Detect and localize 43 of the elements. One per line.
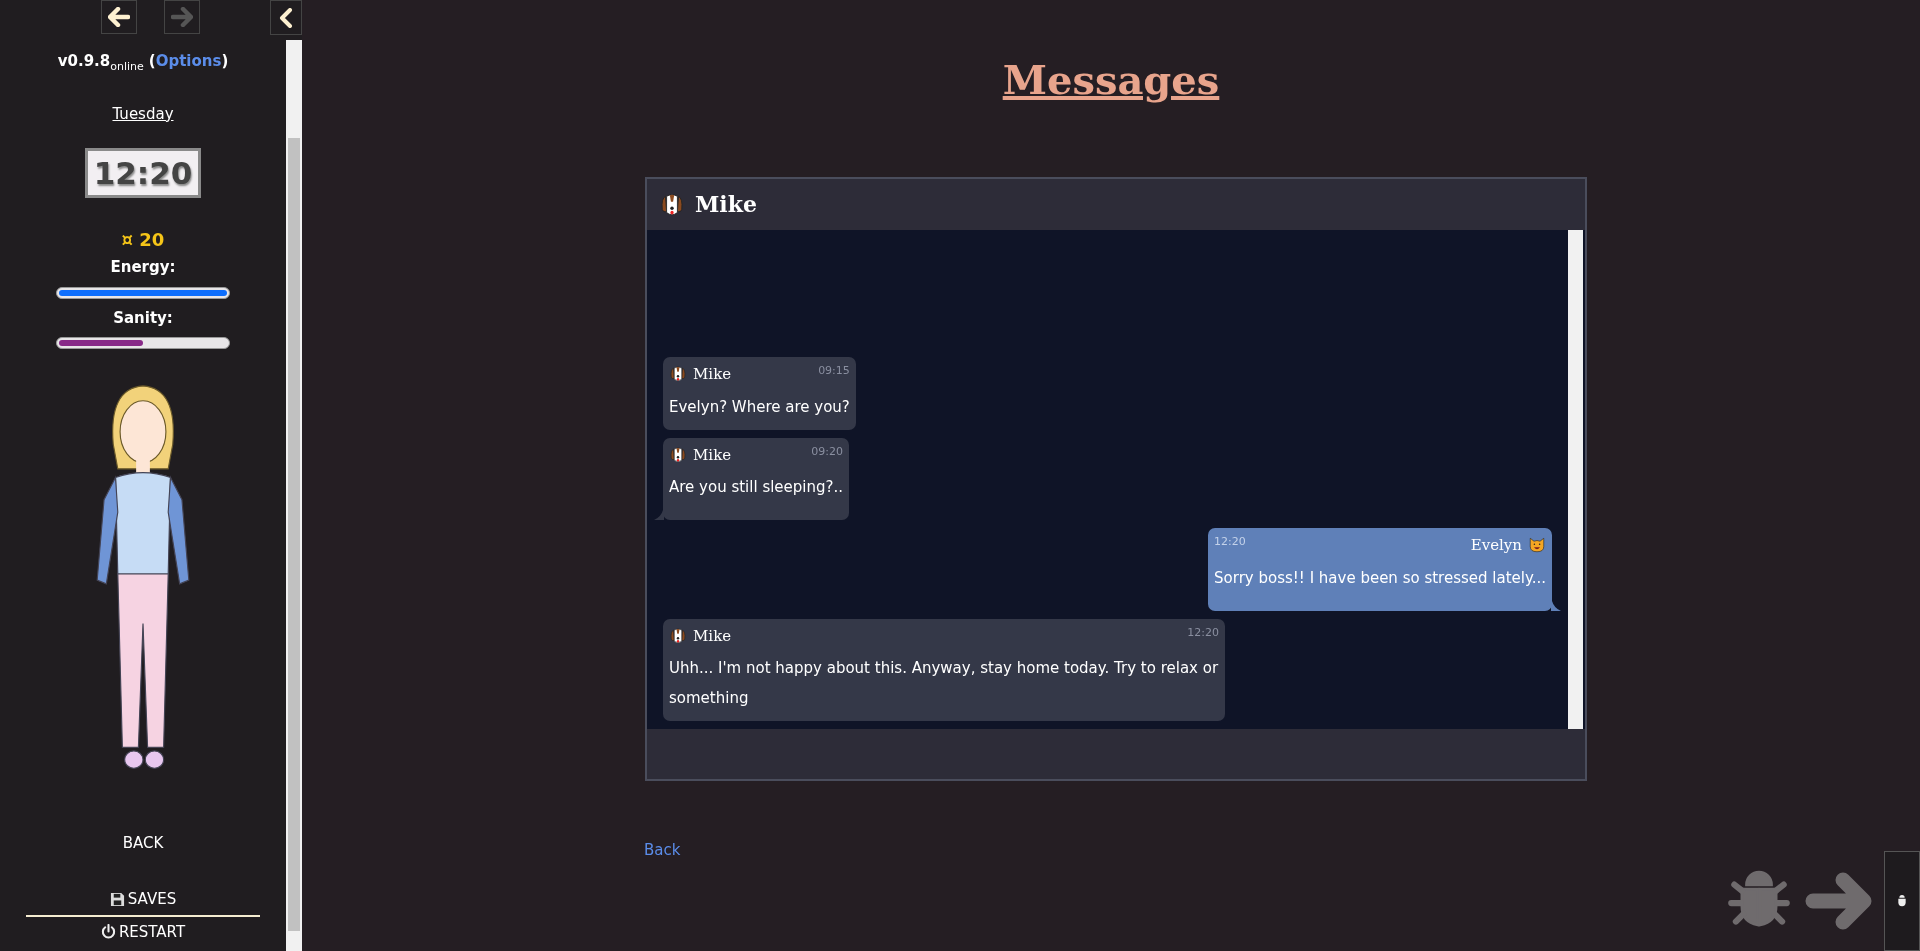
version-tag: online (110, 59, 144, 76)
paren-text: ( (148, 51, 156, 72)
dog-icon (669, 445, 687, 464)
page-title: Messages (1002, 55, 1220, 105)
message-text: Sorry boss!! I have been so stressed lately... (1214, 567, 1546, 589)
menu-item[interactable]: RESTART (26, 920, 260, 945)
dog-icon (659, 191, 685, 218)
power-icon (100, 924, 116, 940)
history-back-button[interactable] (101, 0, 137, 34)
clock-display: 12:20 (85, 148, 201, 198)
scrollbar[interactable] (1568, 230, 1583, 729)
day-link[interactable]: Tuesday (112, 102, 174, 125)
paren-text: ) (221, 51, 229, 72)
collapse-sidebar-button[interactable] (270, 0, 302, 35)
debug-button[interactable] (1884, 851, 1920, 951)
menu-item[interactable]: SAVES (26, 888, 260, 917)
version-text: v0.9.8 (57, 51, 111, 72)
sender-name: Mike (693, 444, 732, 466)
scrollbar[interactable] (286, 40, 302, 951)
arrow-right-icon (171, 7, 193, 27)
dog-icon (669, 365, 687, 384)
money-counter: ¤ 20 (121, 228, 165, 252)
arrow-left-icon (108, 7, 130, 27)
message-text: Uhh... I'm not happy about this. Anyway, stay home today. Try to relax or something (669, 658, 1219, 709)
dog-icon (669, 626, 687, 645)
back-link[interactable]: Back (644, 839, 681, 862)
message-time: 12:20 (1187, 624, 1219, 641)
sender-name: Mike (693, 364, 732, 385)
message-text: Evelyn? Where are you? (669, 396, 850, 418)
sender-name: Mike (693, 625, 732, 647)
options-link[interactable]: Options (155, 50, 222, 73)
contact-name: Mike (695, 190, 757, 219)
sender-name: Evelyn (1470, 535, 1522, 556)
message-time: 09:15 (818, 363, 850, 379)
message-time: 12:20 (1214, 534, 1246, 550)
menu-item[interactable]: BACK (26, 831, 260, 856)
message-time: 09:20 (811, 443, 844, 460)
chevron-left-icon (279, 7, 293, 28)
stat-label: Sanity: (113, 307, 173, 329)
save-icon (109, 891, 125, 907)
message-text: Are you still sleeping?.. (669, 477, 844, 498)
stat-label: Energy: (110, 257, 176, 278)
cat-icon (1528, 536, 1546, 555)
